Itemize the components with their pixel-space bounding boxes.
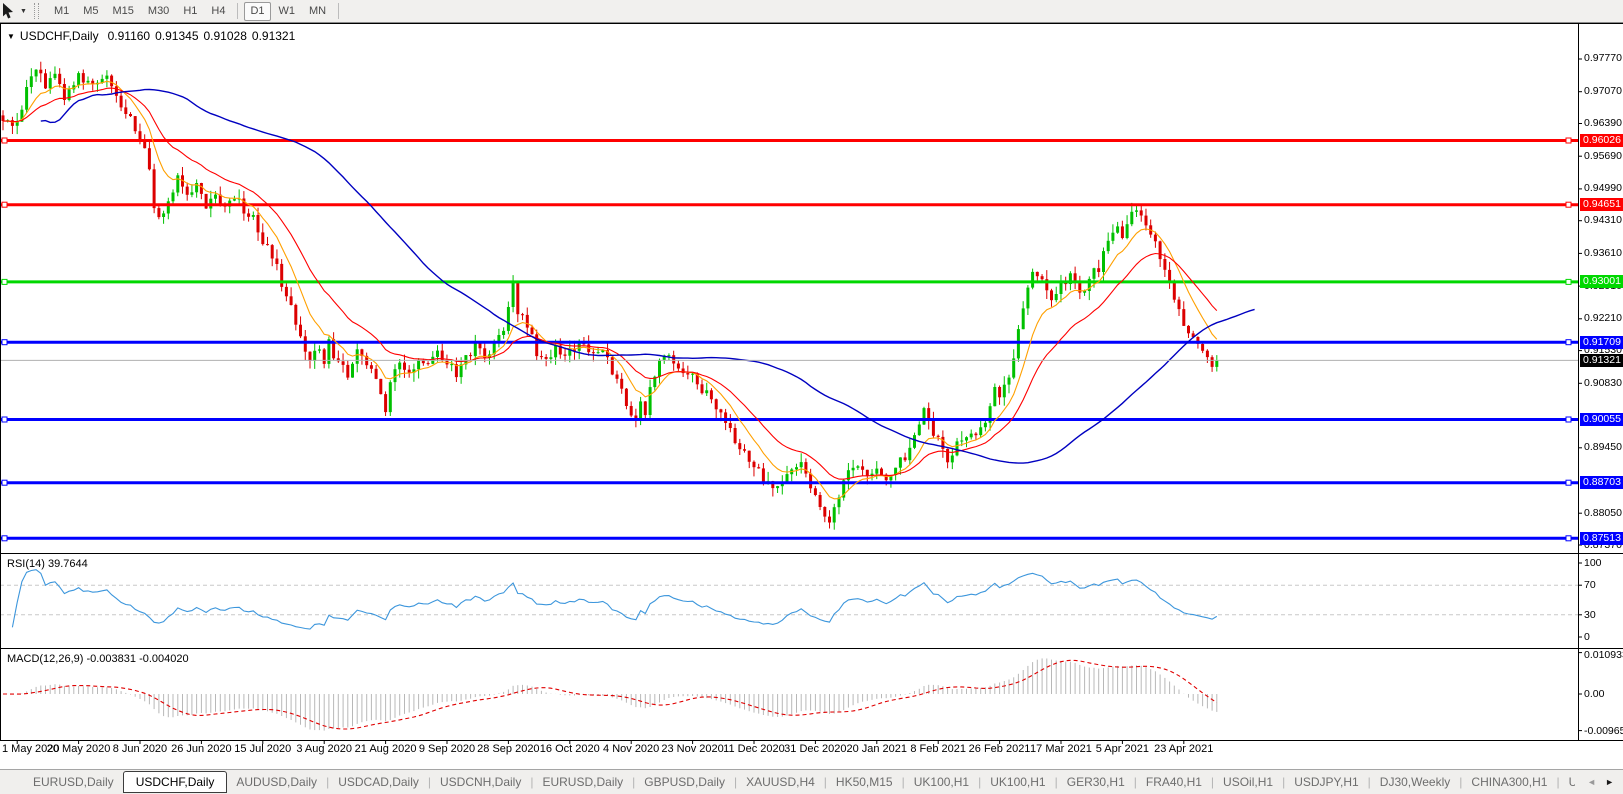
timeframe-button-m15[interactable]: M15 [107,2,140,21]
toolbar-separator [237,3,239,19]
quote-open: 0.91160 [107,29,151,43]
date-label: 4 Nov 2020 [603,743,660,755]
timeframe-button-m5[interactable]: M5 [77,2,104,21]
chart-tab-gbpusd-daily[interactable]: GBPUSD,Daily [635,772,734,792]
tabs-scroll-controls: ◄ ► [1575,770,1623,794]
timeframe-button-h4[interactable]: H4 [205,2,231,21]
date-label: 20 Jan 2021 [846,743,908,755]
level-price-label: 0.87513 [1580,531,1623,545]
price-axis-tick: 0.92210 [1584,312,1622,325]
date-label: 23 Apr 2021 [1154,743,1214,755]
macd-axis-tick: -0.009653 [1584,724,1623,737]
date-label: 8 Jun 2020 [112,743,168,755]
price-axis-tick: 0.88050 [1584,506,1622,519]
date-label: 11 Dec 2020 [723,743,785,755]
tabs-scroll-left-icon[interactable]: ◄ [1587,777,1596,787]
chart-tab-usoil-h1[interactable]: USOil,H1 [1214,772,1282,792]
macd-axis-tick: 0.00 [1584,688,1605,700]
date-label: 15 Jul 2020 [234,743,292,755]
date-label: 26 Jun 2020 [171,743,232,755]
chart-title: ▼ USDCHF,Daily 0.91160 0.91345 0.91028 0… [7,29,300,43]
price-axis-tick: 0.94990 [1584,182,1622,195]
date-label: 8 Feb 2021 [910,743,966,755]
current-price-label: 0.91321 [1580,353,1623,367]
toolbar: ▼ M1 M5 M15 M30 H1 H4 D1 W1 MN [0,0,1623,23]
date-label: 23 Nov 2020 [661,743,724,755]
pointer-cursor-icon[interactable] [2,2,16,20]
price-axis-tick: 0.97070 [1584,85,1622,98]
timeframe-button-w1[interactable]: W1 [273,2,302,21]
chart-tabs-bar: EURUSD,Daily USDCHF,Daily AUDUSD,Daily | USD… [0,769,1623,794]
timeframe-button-h1[interactable]: H1 [177,2,203,21]
chart-tabs: EURUSD,Daily USDCHF,Daily AUDUSD,Daily | USD… [24,771,1586,793]
chart-tab-ger30-h1[interactable]: GER30,H1 [1058,772,1134,792]
price-axis-tick: 0.95690 [1584,149,1622,162]
chart-tab-eurusd-daily[interactable]: EURUSD,Daily [533,772,632,792]
chart-tab-china300-h1[interactable]: CHINA300,H1 [1462,772,1556,792]
date-label: 16 Oct 2020 [539,743,600,755]
chart-tab-usdcnh-daily[interactable]: USDCNH,Daily [431,772,530,792]
chart-tab-fra40-h1[interactable]: FRA40,H1 [1137,772,1211,792]
chart-symbol-label: USDCHF,Daily [19,29,99,43]
cursor-dropdown-caret-icon[interactable]: ▼ [20,8,27,15]
price-axis-tick: 0.90830 [1584,376,1622,389]
chart-tab-uk100-h1[interactable]: UK100,H1 [905,772,978,792]
quote-low: 0.91028 [203,29,247,43]
chart-tab-dj30-weekly[interactable]: DJ30,Weekly [1371,772,1459,792]
timeframe-button-mn[interactable]: MN [303,2,332,21]
price-axis-tick: 0.94310 [1584,214,1622,227]
macd-indicator-label: MACD(12,26,9) -0.003831 -0.004020 [7,653,189,665]
date-label: 17 Mar 2021 [1030,743,1092,755]
symbol-dropdown-icon[interactable]: ▼ [7,32,15,41]
price-axis-tick: 0.93610 [1584,246,1622,259]
chart-tab-audusd-daily[interactable]: AUDUSD,Daily [227,772,326,792]
quote-high: 0.91345 [155,29,199,43]
rsi-axis-tick: 30 [1584,608,1596,621]
date-label: 3 Aug 2020 [296,743,352,755]
date-label: 31 Dec 2020 [784,743,847,755]
level-price-label: 0.96026 [1580,133,1623,147]
chart-plot-area[interactable] [0,23,1578,553]
level-price-label: 0.91709 [1580,335,1623,349]
date-label: 5 Apr 2021 [1095,743,1149,755]
rsi-axis-tick: 0 [1584,631,1590,643]
level-price-label: 0.93001 [1580,275,1623,289]
tabs-scroll-right-icon[interactable]: ► [1605,777,1614,787]
chart-tab-eurusd-daily[interactable]: EURUSD,Daily [24,772,123,792]
price-axis-tick: 0.97770 [1584,52,1622,65]
date-label: 21 Aug 2020 [354,743,417,755]
rsi-axis-tick: 70 [1584,579,1596,592]
mt4-window: ▼ M1 M5 M15 M30 H1 H4 D1 W1 MN ▼ USDCHF,Daily 0.… [0,0,1623,794]
toolbar-separator [338,3,340,19]
chart-tab-xauusd-h4[interactable]: XAUUSD,H4 [737,772,824,792]
timeframe-button-m30[interactable]: M30 [142,2,175,21]
timeframe-button-m1[interactable]: M1 [48,2,75,21]
date-label: 9 Sep 2020 [418,743,476,755]
level-price-label: 0.90055 [1580,413,1623,427]
date-label: 20 May 2020 [46,743,111,755]
date-label: 28 Sep 2020 [477,743,540,755]
date-label: 26 Feb 2021 [968,743,1031,755]
quote-close: 0.91321 [251,29,296,43]
level-price-label: 0.94651 [1580,198,1623,212]
chart-tab-usdcad-daily[interactable]: USDCAD,Daily [329,772,428,792]
price-axis-tick: 0.89450 [1584,441,1622,454]
timeframe-buttons: M1 M5 M15 M30 H1 H4 D1 W1 MN [47,1,344,21]
chart-tab-usdchf-daily[interactable]: USDCHF,Daily [122,771,228,793]
rsi-axis-tick: 100 [1584,557,1602,569]
chart-tab-uk100-h1[interactable]: UK100,H1 [981,772,1054,792]
rsi-indicator-label: RSI(14) 39.7644 [7,558,88,570]
toolbar-grip-icon[interactable] [33,3,39,19]
level-price-label: 0.88703 [1580,476,1623,490]
timeframe-button-d1[interactable]: D1 [244,1,271,21]
chart-tab-usdjpy-h1[interactable]: USDJPY,H1 [1285,772,1367,792]
macd-axis-tick: 0.010933 [1584,649,1623,661]
chart-tab-hk50-m15[interactable]: HK50,M15 [827,772,902,792]
price-axis-tick: 0.96390 [1584,116,1622,129]
